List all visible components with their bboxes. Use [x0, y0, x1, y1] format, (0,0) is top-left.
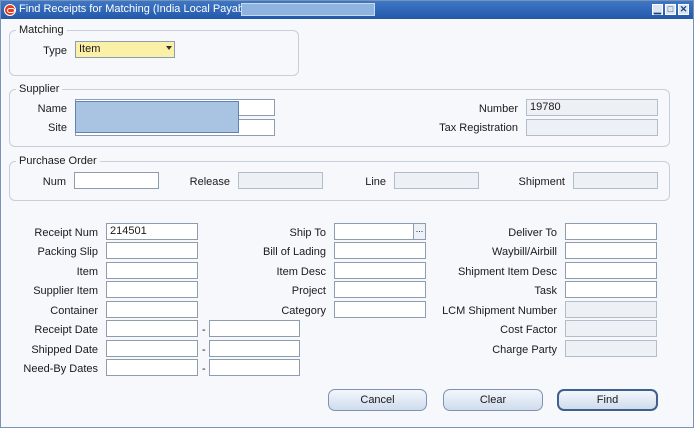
- find-button[interactable]: Find: [557, 389, 658, 411]
- charge-party-label: Charge Party: [492, 344, 557, 356]
- packing-slip-field[interactable]: [106, 242, 198, 259]
- need-by-to-field[interactable]: [209, 359, 300, 376]
- shipment-item-desc-field[interactable]: [565, 262, 657, 279]
- tax-registration-label: Tax Registration: [439, 122, 518, 134]
- receipt-num-label: Receipt Num: [34, 227, 98, 239]
- bill-of-lading-field[interactable]: [334, 242, 426, 259]
- po-line-label: Line: [365, 176, 386, 188]
- receipt-num-field[interactable]: 214501: [106, 223, 198, 240]
- po-num-label: Num: [42, 176, 66, 188]
- po-release-label: Release: [189, 176, 230, 188]
- need-by-dates-label: Need-By Dates: [23, 363, 98, 375]
- clear-button[interactable]: Clear: [443, 389, 543, 411]
- supplier-number-label: Number: [478, 103, 518, 115]
- tax-registration-field[interactable]: [526, 119, 658, 136]
- po-line-field[interactable]: [394, 172, 479, 189]
- charge-party-field[interactable]: [565, 340, 657, 357]
- need-by-range-dash: -: [202, 363, 206, 375]
- item-desc-field[interactable]: [334, 262, 426, 279]
- cost-factor-field[interactable]: [565, 320, 657, 337]
- po-shipment-label: Shipment: [518, 176, 565, 188]
- shipped-date-to-field[interactable]: [209, 340, 300, 357]
- category-label: Category: [281, 305, 326, 317]
- receipt-date-from-field[interactable]: [106, 320, 198, 337]
- po-release-field[interactable]: [238, 172, 323, 189]
- maximize-icon[interactable]: □: [665, 4, 676, 15]
- ship-to-label: Ship To: [289, 227, 327, 239]
- waybill-label: Waybill/Airbill: [492, 246, 557, 258]
- item-desc-label: Item Desc: [276, 266, 326, 278]
- supplier-item-field[interactable]: [106, 281, 198, 298]
- task-label: Task: [534, 285, 557, 297]
- type-value: Item: [79, 43, 101, 55]
- project-label: Project: [291, 285, 326, 297]
- po-shipment-field[interactable]: [573, 172, 658, 189]
- supplier-name-label: Name: [37, 103, 67, 115]
- cost-factor-label: Cost Factor: [500, 324, 557, 336]
- packing-slip-label: Packing Slip: [37, 246, 98, 258]
- supplier-number-field[interactable]: 19780: [526, 99, 658, 116]
- receipt-date-range-dash: -: [202, 324, 206, 336]
- deliver-to-field[interactable]: [565, 223, 657, 240]
- bill-of-lading-label: Bill of Lading: [263, 246, 326, 258]
- title-highlight: [241, 3, 375, 16]
- supplier-name-lov-popup[interactable]: [75, 101, 239, 133]
- item-label: Item: [76, 266, 98, 278]
- shipped-date-label: Shipped Date: [31, 344, 98, 356]
- minimize-icon[interactable]: ▁: [652, 4, 663, 15]
- container-field[interactable]: [106, 301, 198, 318]
- receipt-date-label: Receipt Date: [34, 324, 98, 336]
- list-of-values-icon[interactable]: ...: [413, 224, 425, 239]
- chevron-down-icon: [166, 46, 172, 50]
- need-by-from-field[interactable]: [106, 359, 198, 376]
- oracle-app-icon: [4, 4, 16, 16]
- type-label: Type: [43, 45, 67, 57]
- item-field[interactable]: [106, 262, 198, 279]
- supplier-site-label: Site: [48, 122, 67, 134]
- receipt-date-to-field[interactable]: [209, 320, 300, 337]
- category-field[interactable]: [334, 301, 426, 318]
- lcm-shipment-number-field[interactable]: [565, 301, 657, 318]
- supplier-item-label: Supplier Item: [33, 285, 98, 297]
- cancel-button[interactable]: Cancel: [328, 389, 427, 411]
- window-title: Find Receipts for Matching (India Local …: [19, 3, 262, 15]
- ship-to-field[interactable]: ...: [334, 223, 426, 240]
- po-num-field[interactable]: [74, 172, 159, 189]
- container-label: Container: [50, 305, 98, 317]
- close-icon[interactable]: ✕: [678, 4, 689, 15]
- lcm-shipment-number-label: LCM Shipment Number: [442, 305, 557, 317]
- project-field[interactable]: [334, 281, 426, 298]
- shipped-date-range-dash: -: [202, 344, 206, 356]
- waybill-field[interactable]: [565, 242, 657, 259]
- purchase-order-group-title: Purchase Order: [16, 155, 100, 167]
- find-receipts-window: Find Receipts for Matching (India Local …: [0, 0, 694, 428]
- supplier-group-title: Supplier: [16, 83, 63, 95]
- matching-group-title: Matching: [16, 24, 67, 36]
- deliver-to-label: Deliver To: [508, 227, 557, 239]
- type-select[interactable]: Item: [75, 41, 175, 58]
- shipped-date-from-field[interactable]: [106, 340, 198, 357]
- shipment-item-desc-label: Shipment Item Desc: [457, 266, 557, 278]
- task-field[interactable]: [565, 281, 657, 298]
- title-bar[interactable]: Find Receipts for Matching (India Local …: [1, 1, 693, 19]
